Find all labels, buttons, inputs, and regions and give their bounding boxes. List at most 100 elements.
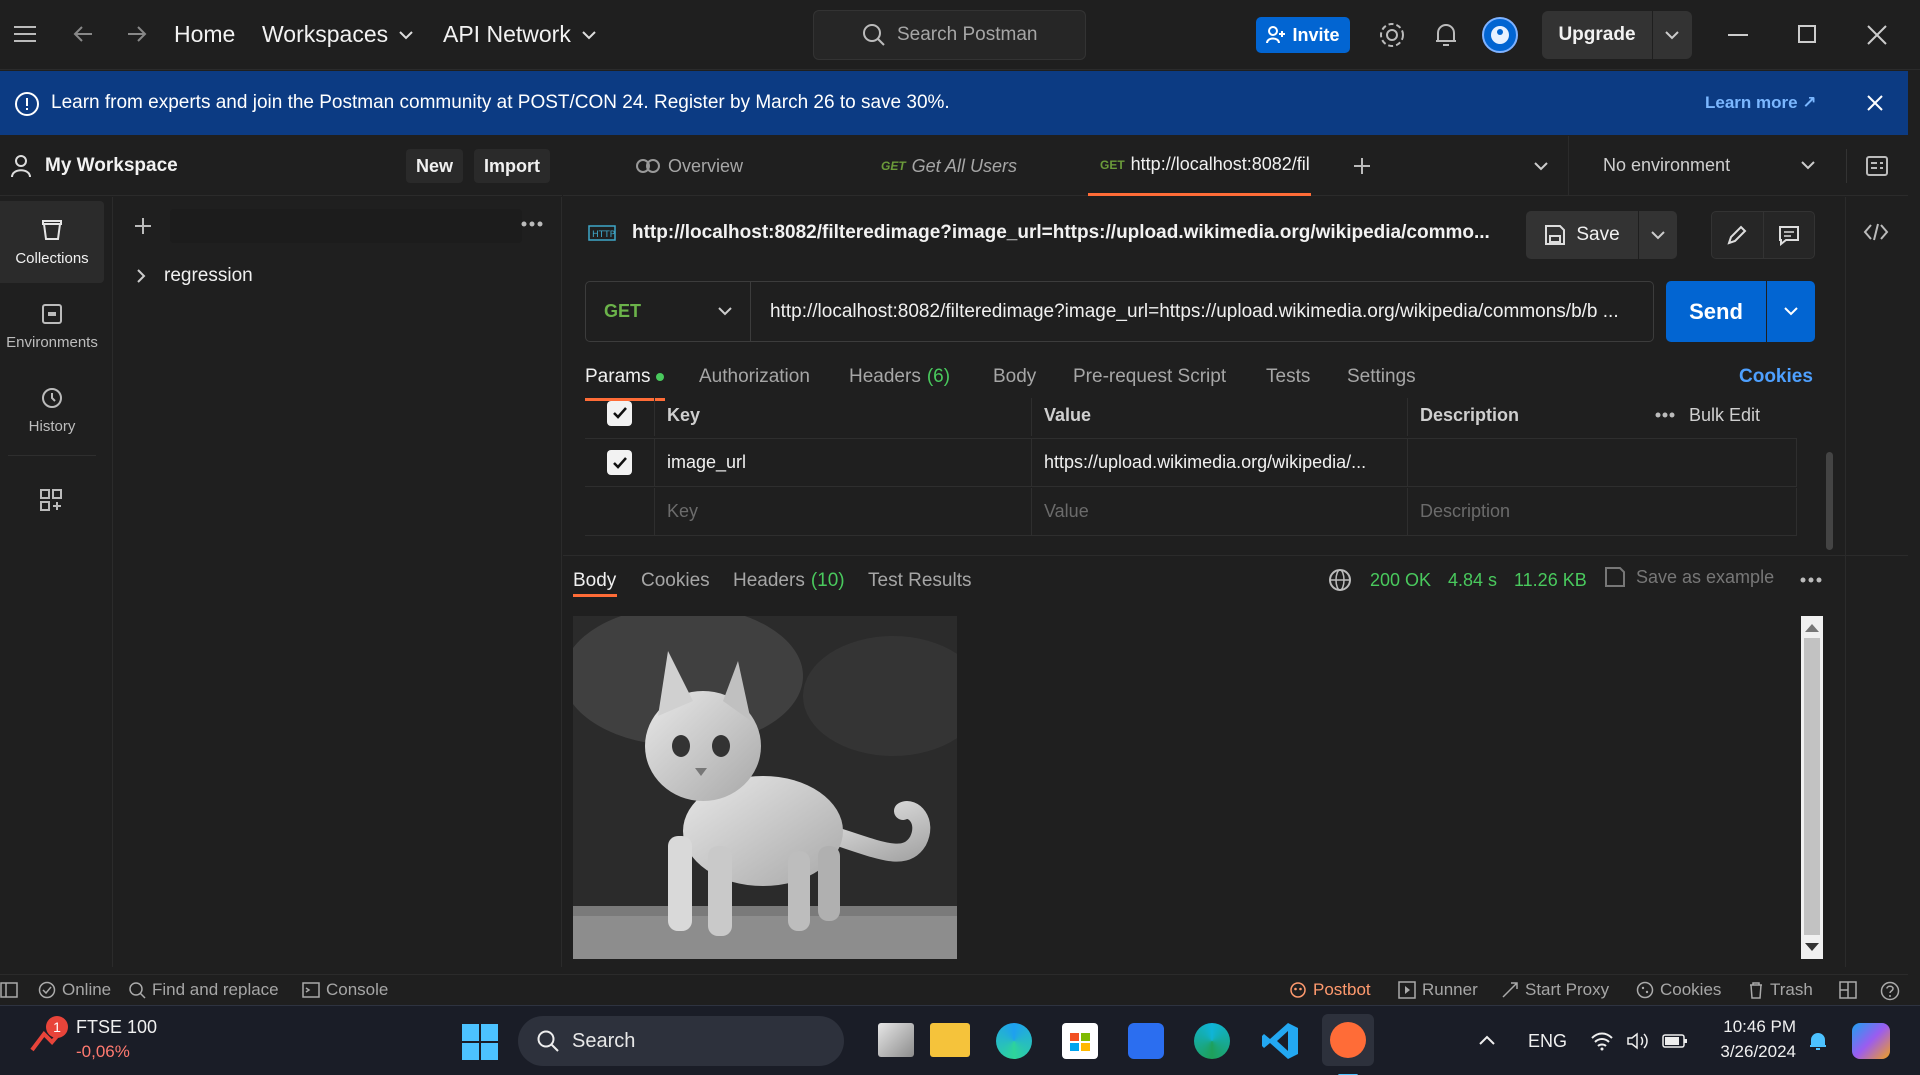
two-pane-layout-icon[interactable] — [1839, 981, 1857, 999]
nav-workspaces[interactable]: Workspaces — [262, 21, 414, 48]
response-tab-cookies[interactable]: Cookies — [641, 570, 710, 592]
save-button[interactable]: Save — [1526, 211, 1638, 259]
environment-quick-look-icon[interactable] — [1865, 154, 1889, 178]
description-placeholder[interactable]: Description — [1407, 487, 1797, 536]
postman-taskbar-item[interactable] — [1322, 1014, 1374, 1075]
tab-get-all-users[interactable]: GET Get All Users — [881, 136, 1081, 196]
cookies-link[interactable]: Cookies — [1739, 366, 1813, 388]
language-indicator[interactable]: ENG — [1528, 1031, 1567, 1052]
edge-dev-browser-icon[interactable] — [1194, 1023, 1230, 1059]
add-collection-icon[interactable] — [133, 216, 153, 236]
response-scrollbar[interactable] — [1801, 616, 1823, 959]
tab-pre-request-script[interactable]: Pre-request Script — [1073, 366, 1226, 388]
runner-button[interactable]: Runner — [1398, 980, 1478, 1000]
url-input[interactable]: http://localhost:8082/filteredimage?imag… — [770, 301, 1619, 323]
send-dropdown[interactable] — [1767, 307, 1815, 316]
configure-workbench-icon[interactable] — [39, 488, 63, 512]
copilot-icon[interactable] — [1852, 1023, 1890, 1059]
params-scrollbar[interactable] — [1826, 452, 1833, 550]
code-snippet-icon[interactable] — [1863, 222, 1889, 242]
upgrade-dropdown[interactable] — [1653, 30, 1691, 40]
battery-icon[interactable] — [1662, 1033, 1688, 1049]
response-tab-test-results[interactable]: Test Results — [868, 570, 971, 592]
more-options-icon[interactable] — [1655, 412, 1675, 418]
tab-overview[interactable]: Overview — [636, 136, 816, 196]
search-postman-input[interactable]: Search Postman — [813, 10, 1086, 60]
comment-icon[interactable] — [1763, 224, 1814, 246]
wifi-icon[interactable] — [1590, 1031, 1614, 1051]
clock-time[interactable]: 10:46 PM — [1720, 1017, 1796, 1037]
response-divider[interactable] — [563, 555, 1908, 556]
param-value-cell[interactable]: https://upload.wikimedia.org/wikipedia/.… — [1031, 438, 1407, 487]
response-size[interactable]: 11.26 KB — [1514, 570, 1587, 591]
globe-icon[interactable] — [1328, 568, 1352, 592]
file-explorer-icon[interactable] — [930, 1023, 970, 1057]
toggle-sidebar-icon[interactable] — [0, 982, 18, 998]
task-view-icon[interactable] — [878, 1023, 914, 1057]
edge-browser-icon[interactable] — [996, 1023, 1032, 1059]
chevron-up-icon[interactable] — [1478, 1034, 1496, 1046]
tab-headers[interactable]: Headers (6) — [849, 366, 950, 388]
tab-localhost-request[interactable]: GET http://localhost:8082/fil — [1088, 136, 1311, 196]
help-icon[interactable] — [1880, 981, 1900, 1001]
online-status[interactable]: Online — [38, 980, 111, 1000]
avatar[interactable] — [1482, 17, 1518, 53]
notifications-bell-icon[interactable] — [1433, 21, 1459, 49]
microsoft-store-icon[interactable] — [1062, 1023, 1098, 1059]
cookies-status-button[interactable]: Cookies — [1636, 980, 1721, 1000]
upgrade-button[interactable]: Upgrade — [1542, 24, 1652, 46]
sidebar-item-collections[interactable]: Collections — [0, 201, 104, 283]
tab-params[interactable]: Params — [585, 366, 665, 388]
clock-date[interactable]: 3/26/2024 — [1708, 1042, 1796, 1062]
scroll-up-arrow-icon[interactable] — [1805, 624, 1819, 632]
tab-body[interactable]: Body — [993, 366, 1036, 388]
forward-arrow-icon[interactable] — [126, 24, 148, 44]
save-as-example-button[interactable]: Save as example — [1604, 566, 1774, 588]
settings-gear-icon[interactable] — [1378, 21, 1406, 49]
volume-icon[interactable] — [1626, 1031, 1650, 1051]
tab-authorization[interactable]: Authorization — [699, 366, 810, 388]
response-tab-body[interactable]: Body — [573, 570, 616, 592]
import-button[interactable]: Import — [474, 149, 550, 183]
app-icon[interactable] — [1128, 1023, 1164, 1059]
more-options-icon[interactable] — [521, 221, 543, 227]
start-proxy-button[interactable]: Start Proxy — [1501, 980, 1609, 1000]
postbot-button[interactable]: Postbot — [1289, 980, 1371, 1000]
response-tab-headers[interactable]: Headers (10) — [733, 570, 845, 592]
key-placeholder[interactable]: Key — [654, 487, 1031, 536]
select-all-checkbox[interactable] — [607, 400, 632, 426]
sidebar-item-history[interactable]: History — [0, 369, 104, 451]
tabs-dropdown-icon[interactable] — [1534, 162, 1548, 171]
maximize-icon[interactable] — [1798, 25, 1816, 43]
console-button[interactable]: Console — [302, 980, 388, 1000]
collection-search-input[interactable] — [170, 209, 522, 243]
menu-icon[interactable] — [14, 24, 38, 44]
minimize-icon[interactable] — [1728, 34, 1748, 36]
back-arrow-icon[interactable] — [72, 24, 94, 44]
trash-button[interactable]: Trash — [1748, 980, 1813, 1000]
learn-more-link[interactable]: Learn more ↗ — [1705, 93, 1817, 113]
close-banner-icon[interactable] — [1866, 94, 1884, 112]
response-time[interactable]: 4.84 s — [1448, 570, 1497, 591]
param-key-cell[interactable]: image_url — [654, 438, 1031, 487]
row-checkbox[interactable] — [607, 450, 632, 475]
tab-tests[interactable]: Tests — [1266, 366, 1310, 388]
tab-settings[interactable]: Settings — [1347, 366, 1416, 388]
response-more-icon[interactable] — [1800, 577, 1822, 583]
request-title-url[interactable]: http://localhost:8082/filteredimage?imag… — [632, 222, 1490, 244]
widget-title[interactable]: FTSE 100 — [76, 1017, 157, 1038]
value-placeholder[interactable]: Value — [1031, 487, 1407, 536]
save-dropdown[interactable] — [1639, 211, 1677, 259]
param-description-cell[interactable] — [1407, 438, 1797, 487]
invite-button[interactable]: Invite — [1256, 17, 1350, 53]
bulk-edit-button[interactable]: Bulk Edit — [1689, 405, 1760, 426]
sidebar-item-environments[interactable]: Environments — [0, 285, 104, 367]
collection-item-regression[interactable]: regression — [136, 265, 253, 287]
find-replace-button[interactable]: Find and replace — [128, 980, 279, 1000]
windows-start-icon[interactable] — [462, 1024, 498, 1060]
new-button[interactable]: New — [406, 149, 464, 183]
notification-bell-icon[interactable] — [1808, 1030, 1828, 1052]
scroll-down-arrow-icon[interactable] — [1805, 943, 1819, 951]
nav-api-network[interactable]: API Network — [443, 21, 597, 48]
nav-home[interactable]: Home — [174, 21, 235, 48]
